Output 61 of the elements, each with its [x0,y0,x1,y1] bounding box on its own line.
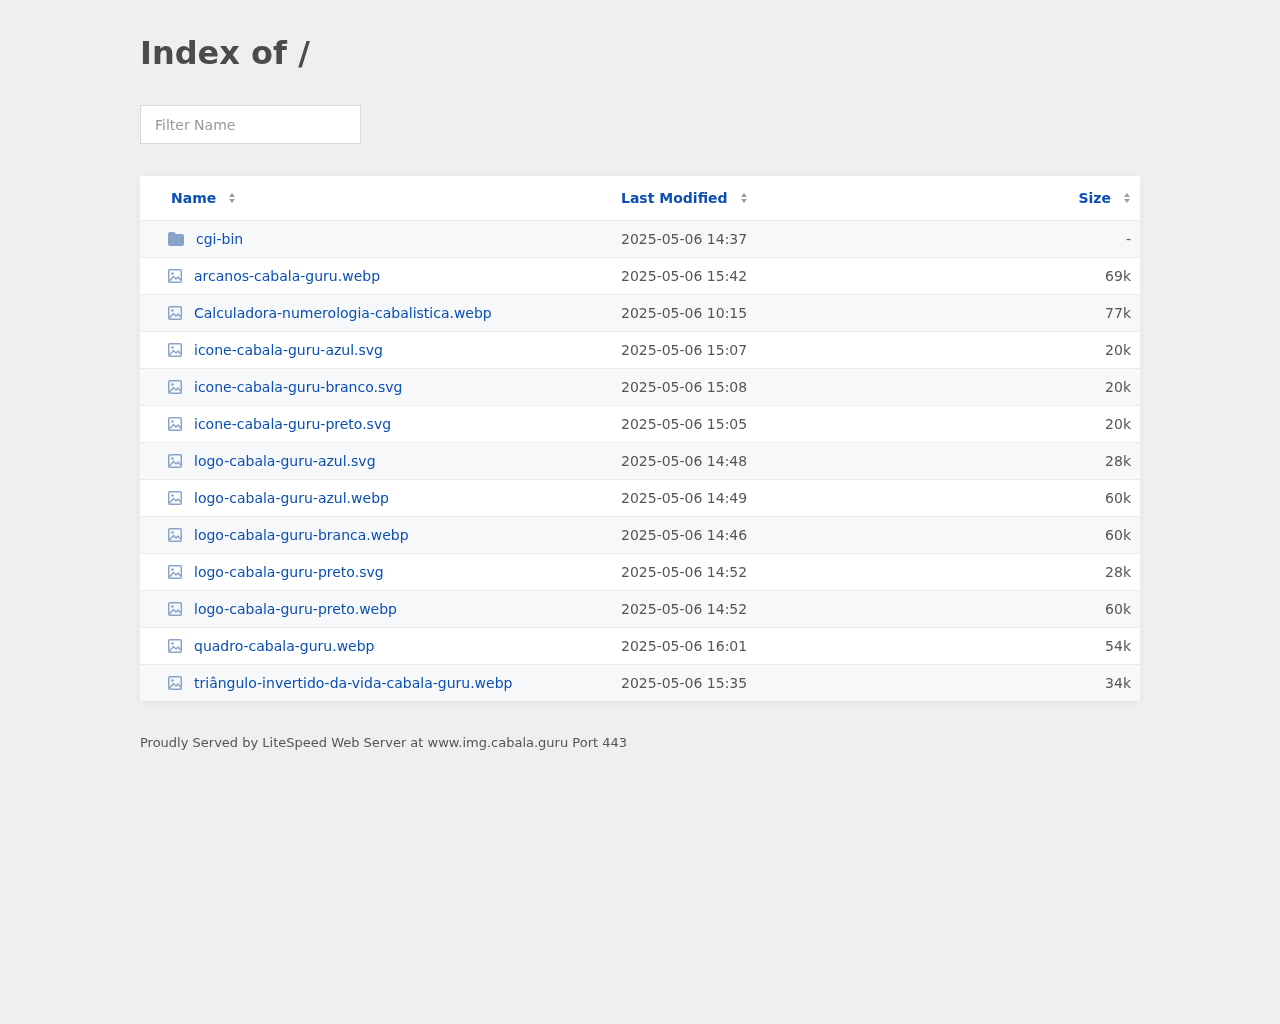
image-icon [168,343,182,357]
image-icon [168,417,182,431]
file-size: 20k [1105,415,1131,432]
file-link[interactable]: icone-cabala-guru-azul.svg [194,339,383,361]
file-size: 77k [1105,304,1131,321]
modified-date: 2025-05-06 16:01 [621,637,748,654]
file-link[interactable]: cgi-bin [196,228,244,250]
file-size: 54k [1105,637,1131,654]
modified-date: 2025-05-06 14:49 [621,489,748,506]
folder-icon [168,232,184,246]
image-icon [168,565,182,579]
modified-date: 2025-05-06 14:46 [621,526,748,543]
file-size: 20k [1105,378,1131,395]
modified-date: 2025-05-06 15:35 [621,674,748,691]
column-header-link[interactable]: Last Modified [621,187,728,209]
modified-date: 2025-05-06 15:08 [621,378,748,395]
image-icon [168,306,182,320]
image-icon [168,491,182,505]
file-link[interactable]: Calculadora-numerologia-cabalistica.webp [194,302,492,324]
image-icon [168,676,182,690]
modified-date: 2025-05-06 14:48 [621,452,748,469]
file-size: 60k [1105,526,1131,543]
image-icon [168,639,182,653]
file-size: 20k [1105,341,1131,358]
image-icon [168,602,182,616]
file-size: 69k [1105,267,1131,284]
file-link[interactable]: icone-cabala-guru-preto.svg [194,413,392,435]
modified-date: 2025-05-06 15:05 [621,415,748,432]
sort-icon[interactable] [739,192,748,204]
image-icon [168,269,182,283]
file-link[interactable]: arcanos-cabala-guru.webp [194,265,381,287]
file-link[interactable]: logo-cabala-guru-preto.svg [194,561,384,583]
file-link[interactable]: logo-cabala-guru-azul.webp [194,487,389,509]
file-link[interactable]: icone-cabala-guru-branco.svg [194,376,403,398]
page-title: Index of / [140,33,311,73]
modified-date: 2025-05-06 15:07 [621,341,748,358]
file-size: 60k [1105,489,1131,506]
file-link[interactable]: logo-cabala-guru-branca.webp [194,524,409,546]
file-size: - [1125,230,1131,247]
sort-icon[interactable] [228,192,237,204]
modified-date: 2025-05-06 14:37 [621,230,748,247]
column-header-link[interactable]: Size [1078,187,1111,209]
file-link[interactable]: logo-cabala-guru-preto.webp [194,598,397,620]
modified-date: 2025-05-06 14:52 [621,600,748,617]
file-size: 28k [1105,563,1131,580]
file-size: 34k [1105,674,1131,691]
server-footer: Proudly Served by LiteSpeed Web Server at www.img.cabala.guru Port 443 [140,733,1140,753]
file-link[interactable]: quadro-cabala-guru.webp [194,635,375,657]
file-link[interactable]: logo-cabala-guru-azul.svg [194,450,376,472]
file-size: 28k [1105,452,1131,469]
image-icon [168,528,182,542]
file-size: 60k [1105,600,1131,617]
modified-date: 2025-05-06 10:15 [621,304,748,321]
column-header-link[interactable]: Name [171,187,217,209]
filter-field[interactable]: Filter Name [140,105,361,144]
image-icon [168,454,182,468]
modified-date: 2025-05-06 15:42 [621,267,748,284]
image-icon [168,380,182,394]
file-link[interactable]: triângulo-invertido-da-vida-cabala-guru.webp [194,672,513,694]
modified-date: 2025-05-06 14:52 [621,563,748,580]
sort-icon[interactable] [1123,192,1131,204]
